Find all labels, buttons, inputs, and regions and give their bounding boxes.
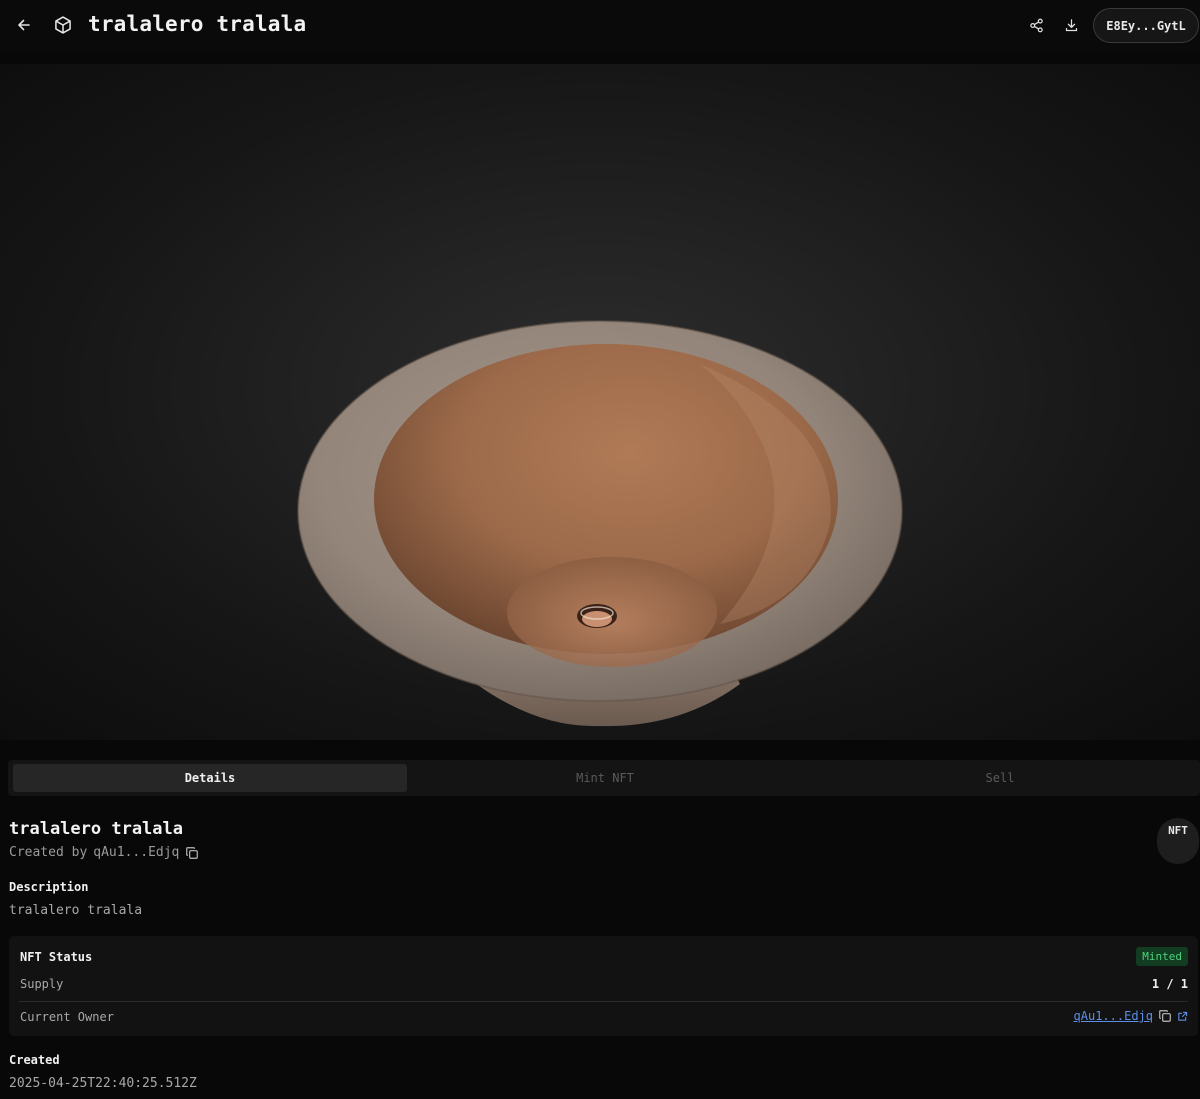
bowl-model [297,320,903,727]
wallet-button[interactable]: E8Ey...GytL [1093,8,1199,43]
status-badge: Minted [1136,947,1188,966]
page-title: tralalero tralala [88,12,307,36]
cube-icon [49,11,77,39]
back-button[interactable] [10,11,38,39]
nft-status-title: NFT Status [20,950,93,964]
created-label: Created [9,1053,60,1067]
tab-bar: Details Mint NFT Sell [8,760,1200,796]
share-icon [1029,18,1043,32]
nft-status-card: NFT Status Minted Supply 1 / 1 Current O… [9,936,1198,1036]
model-title: tralalero tralala [9,819,183,839]
created-value: 2025-04-25T22:40:25.512Z [9,1076,197,1091]
download-button[interactable] [1057,11,1085,39]
nft-badge: NFT [1157,818,1199,864]
download-icon [1065,18,1077,31]
supply-label: Supply [20,977,64,991]
owner-value: qAu1...Edjq [1074,1009,1188,1023]
description-text: tralalero tralala [9,903,143,918]
tab-details[interactable]: Details [13,764,407,792]
share-button[interactable] [1022,11,1050,39]
tab-sell[interactable]: Sell [803,764,1197,792]
created-by: Created by qAu1...Edjq [9,845,199,860]
arrow-left-icon [18,19,30,31]
model-viewer[interactable] [0,64,1200,740]
external-link-icon[interactable] [1177,1011,1188,1022]
owner-label: Current Owner [20,1010,114,1024]
copy-icon[interactable] [1158,1009,1172,1023]
creator-address: qAu1...Edjq [93,845,180,860]
divider [19,1001,1188,1002]
owner-address-link[interactable]: qAu1...Edjq [1074,1009,1153,1023]
description-label: Description [9,880,89,894]
supply-value: 1 / 1 [1151,977,1188,991]
tab-mint-nft[interactable]: Mint NFT [408,764,802,792]
copy-icon[interactable] [185,846,199,860]
app-header: tralalero tralala E8Ey...GytL [0,0,1200,52]
created-by-prefix: Created by [9,845,88,860]
